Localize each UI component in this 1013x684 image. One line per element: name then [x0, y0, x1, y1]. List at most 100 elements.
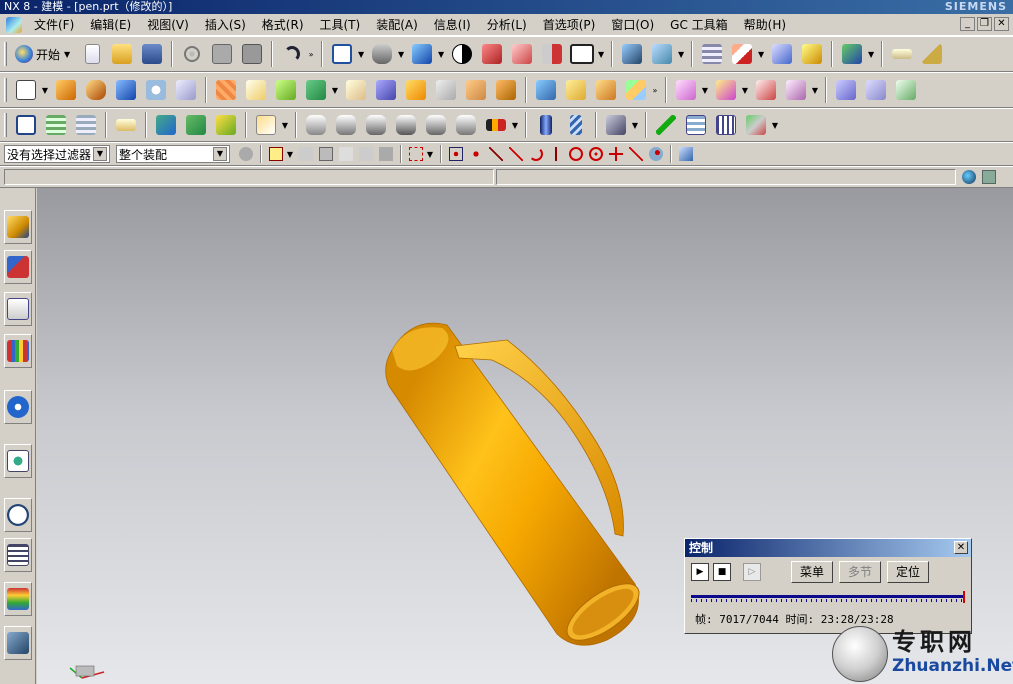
view-orient-icon[interactable]	[368, 40, 396, 68]
wave-geometry-icon[interactable]	[332, 111, 360, 139]
snap-curve-icon[interactable]	[527, 145, 545, 163]
mirror-icon[interactable]	[242, 76, 270, 104]
chevron-down-icon[interactable]: ▼	[701, 86, 709, 95]
synchronous-move-icon[interactable]	[672, 76, 700, 104]
snap-control-icon[interactable]	[467, 145, 485, 163]
hole-icon[interactable]	[142, 76, 170, 104]
snap-tangent-icon[interactable]	[547, 145, 565, 163]
menu-button[interactable]: 菜单	[791, 561, 834, 583]
through-curves-icon[interactable]	[832, 76, 860, 104]
resource-bar-icon[interactable]	[980, 168, 998, 186]
revolve-icon[interactable]	[82, 76, 110, 104]
selection-scope-select[interactable]: 整个装配 ▼	[116, 145, 230, 163]
drafting-icon[interactable]	[252, 111, 280, 139]
assembly-icon[interactable]	[618, 40, 646, 68]
chevron-down-icon[interactable]: ▼	[357, 50, 365, 59]
chevron-down-icon[interactable]: ▼	[331, 86, 339, 95]
restore-icon[interactable]: ❐	[977, 17, 992, 31]
layer-icon[interactable]	[698, 40, 726, 68]
boss-icon[interactable]	[172, 76, 200, 104]
chevron-down-icon[interactable]: ▼	[41, 86, 49, 95]
resize-face-icon[interactable]	[782, 76, 810, 104]
menu-assembly[interactable]: 装配(A)	[368, 16, 426, 33]
menu-help[interactable]: 帮助(H)	[736, 16, 794, 33]
ruler-icon[interactable]	[888, 40, 916, 68]
menu-view[interactable]: 视图(V)	[139, 16, 197, 33]
save-icon[interactable]	[138, 40, 166, 68]
part-list-icon[interactable]	[72, 111, 100, 139]
mate-component-icon[interactable]	[182, 111, 210, 139]
trim-body-icon[interactable]	[492, 76, 520, 104]
render-style-icon[interactable]	[448, 40, 476, 68]
assembly-navigator-icon[interactable]	[12, 111, 40, 139]
filter-reset-icon[interactable]	[237, 145, 255, 163]
system-materials-tab[interactable]	[4, 538, 32, 572]
continuity-g0-icon[interactable]	[362, 111, 390, 139]
hd3d-tools-tab[interactable]	[4, 390, 32, 424]
delete-face-icon[interactable]	[752, 76, 780, 104]
part-navigator-tab[interactable]	[4, 292, 32, 326]
arrow-icon[interactable]	[297, 145, 315, 163]
view-cube-icon[interactable]	[677, 145, 695, 163]
feature-select-icon[interactable]	[337, 145, 355, 163]
menu-preferences[interactable]: 首选项(P)	[535, 16, 604, 33]
menu-tools[interactable]: 工具(T)	[312, 16, 369, 33]
wcs-icon[interactable]	[728, 40, 756, 68]
app-icon[interactable]	[6, 16, 22, 33]
minimize-icon[interactable]: _	[960, 17, 975, 31]
position-button[interactable]: 定位	[887, 561, 930, 583]
replace-face-icon[interactable]	[712, 76, 740, 104]
surface-icon[interactable]	[622, 76, 650, 104]
motion-icon[interactable]	[838, 40, 866, 68]
stop-icon[interactable]: ■	[713, 563, 731, 581]
shaded-cube-icon[interactable]	[408, 40, 436, 68]
chevron-down-icon[interactable]: ▼	[811, 86, 819, 95]
sketch-icon[interactable]	[12, 76, 40, 104]
reuse-library-tab[interactable]	[4, 334, 32, 368]
chevron-down-icon[interactable]: ▼	[286, 150, 294, 159]
continuity-g3-icon[interactable]	[452, 111, 480, 139]
roles-tab[interactable]	[4, 626, 32, 660]
section-icon[interactable]	[478, 40, 506, 68]
rectangle-select-icon[interactable]	[407, 145, 425, 163]
thicken-icon[interactable]	[562, 76, 590, 104]
paste-icon[interactable]	[238, 40, 266, 68]
background-icon[interactable]	[568, 40, 596, 68]
deviation-icon[interactable]	[482, 111, 510, 139]
history-tab[interactable]	[4, 498, 32, 532]
curve-select-icon[interactable]	[357, 145, 375, 163]
toolbar-grip[interactable]	[4, 78, 7, 102]
menu-edit[interactable]: 编辑(E)	[82, 16, 139, 33]
wireframe-cube-icon[interactable]	[508, 40, 536, 68]
play-icon[interactable]: ▶	[691, 563, 709, 581]
process-studio-tab[interactable]	[4, 582, 32, 616]
type-filter-select[interactable]: 没有选择过滤器 ▼	[4, 145, 110, 163]
tool-settings-icon[interactable]	[602, 111, 630, 139]
chevron-down-icon[interactable]: ▼	[677, 50, 685, 59]
face-select-icon[interactable]	[377, 145, 395, 163]
chevron-down-icon[interactable]: ▼	[771, 121, 779, 130]
snap-midpoint-icon[interactable]	[507, 145, 525, 163]
close-icon[interactable]: ✕	[994, 17, 1009, 31]
menu-analysis[interactable]: 分析(L)	[479, 16, 535, 33]
chevron-down-icon[interactable]: ▼	[631, 121, 639, 130]
snap-center-icon[interactable]	[567, 145, 585, 163]
new-file-icon[interactable]	[78, 40, 106, 68]
menu-format[interactable]: 格式(R)	[254, 16, 312, 33]
check-icon[interactable]	[652, 111, 680, 139]
chevron-down-icon[interactable]: ▼	[741, 86, 749, 95]
list-check-icon[interactable]	[682, 111, 710, 139]
wave-link-icon[interactable]	[302, 111, 330, 139]
chamfer-icon[interactable]	[402, 76, 430, 104]
snap-point-icon[interactable]	[267, 145, 285, 163]
angle-icon[interactable]	[918, 40, 946, 68]
body-select-icon[interactable]	[317, 145, 335, 163]
menu-window[interactable]: 窗口(O)	[603, 16, 662, 33]
snap-line-icon[interactable]	[487, 145, 505, 163]
snap-existing-point-icon[interactable]	[627, 145, 645, 163]
draft-icon[interactable]	[462, 76, 490, 104]
continuity-g1-icon[interactable]	[392, 111, 420, 139]
chevron-down-icon[interactable]: ▼	[281, 121, 289, 130]
menu-gc-toolbox[interactable]: GC 工具箱	[662, 16, 736, 33]
datum-icon[interactable]	[272, 76, 300, 104]
